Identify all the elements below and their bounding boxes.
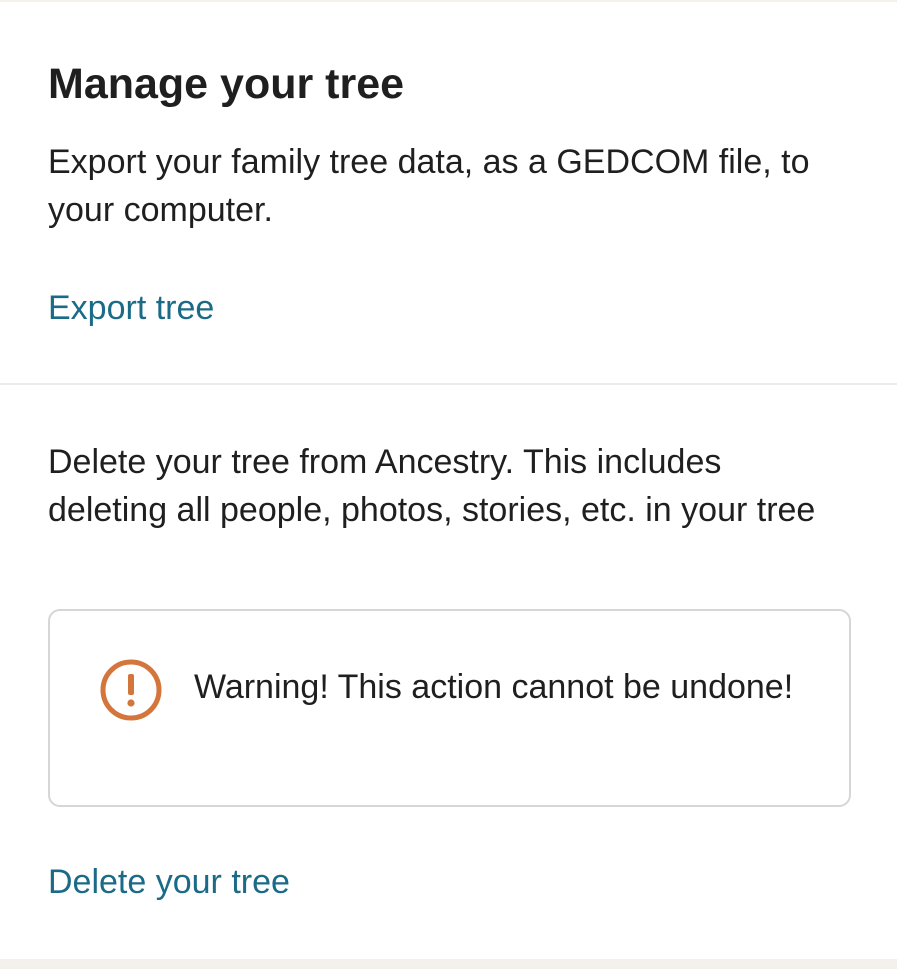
page-title: Manage your tree: [48, 60, 405, 108]
export-section: Manage your tree Export your family tree…: [0, 2, 897, 383]
warning-box: Warning! This action cannot be undone!: [48, 609, 851, 807]
manage-tree-card: Manage your tree Export your family tree…: [0, 2, 897, 959]
export-description: Export your family tree data, as a GEDCO…: [48, 143, 810, 229]
export-tree-link[interactable]: Export tree: [48, 286, 214, 330]
delete-tree-link[interactable]: Delete your tree: [48, 860, 290, 904]
section-divider: [0, 383, 897, 385]
delete-description: Delete your tree from Ancestry. This inc…: [48, 443, 816, 529]
warning-text: Warning! This action cannot be undone!: [194, 668, 794, 706]
exclamation-circle-icon: [100, 659, 162, 721]
